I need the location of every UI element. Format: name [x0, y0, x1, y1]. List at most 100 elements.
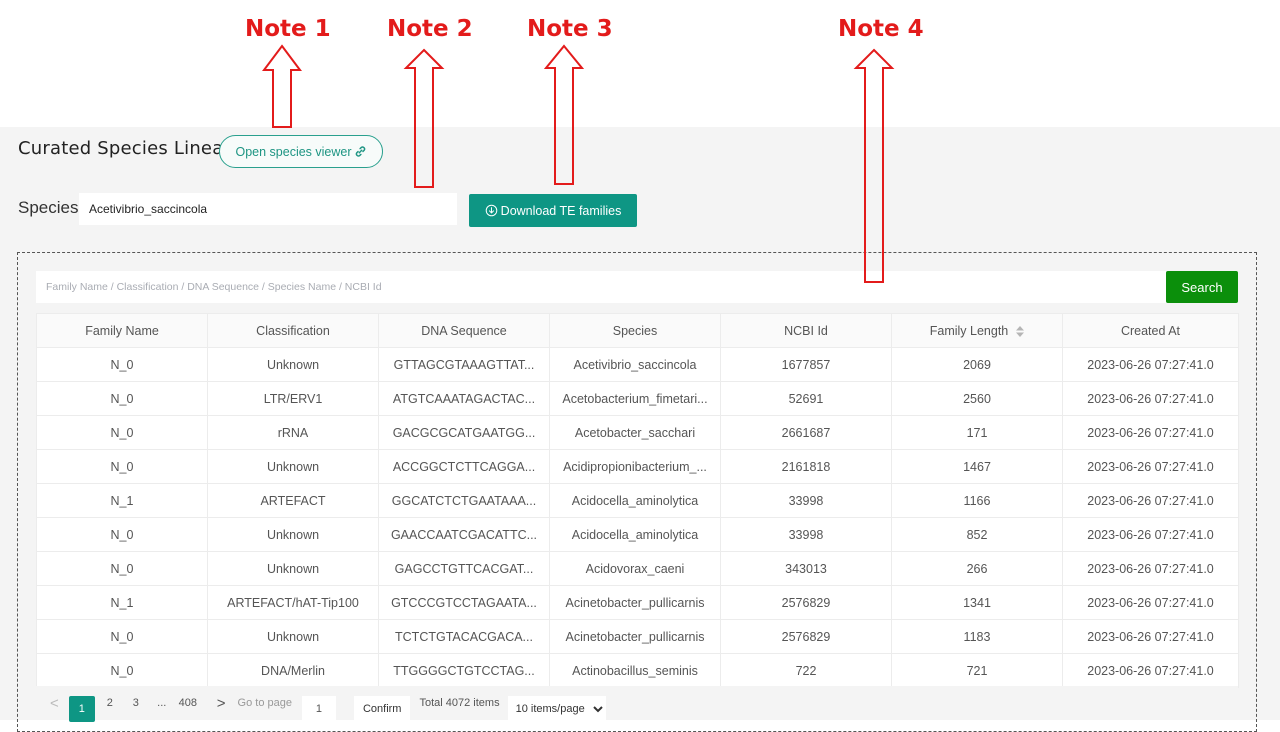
- dna-sequence-cell: ACCGGCTCTTCAGGA...: [378, 449, 550, 484]
- column-header-created-at: Created At: [1062, 313, 1239, 348]
- goto-page-input[interactable]: [301, 696, 336, 722]
- note-4-label: Note 4: [838, 16, 924, 42]
- ncbi-id-cell: 2161818: [720, 449, 892, 484]
- classification-cell: Unknown: [207, 551, 379, 586]
- column-header-label: DNA Sequence: [421, 323, 507, 338]
- table-row[interactable]: N_1 ARTEFACT GGCATCTCTGAATAAA... Acidocella…: [36, 483, 1239, 518]
- created-at-cell: 2023-06-26 07:27:41.0: [1062, 619, 1239, 654]
- family-length-cell: 266: [891, 551, 1063, 586]
- note-2-arrow-icon: [403, 48, 445, 188]
- download-te-families-label: Download TE families: [500, 203, 622, 218]
- note-3-label: Note 3: [527, 16, 613, 42]
- prev-page-button[interactable]: <: [50, 695, 59, 712]
- column-header-dna-sequence: DNA Sequence: [378, 313, 550, 348]
- table-header-row: Family Name Classification DNA Sequence Spe…: [36, 313, 1239, 348]
- family-length-cell: 1166: [891, 483, 1063, 518]
- family-length-cell: 171: [891, 415, 1063, 450]
- download-te-families-button[interactable]: Download TE families: [469, 194, 637, 227]
- page-1-button[interactable]: 1: [68, 696, 95, 722]
- dna-sequence-cell: ATGTCAAATAGACTAC...: [378, 381, 550, 416]
- species-input[interactable]: [79, 193, 457, 225]
- created-at-cell: 2023-06-26 07:27:41.0: [1062, 517, 1239, 552]
- family-name-cell: N_0: [36, 415, 208, 450]
- table-row[interactable]: N_0 Unknown GTTAGCGTAAAGTTAT... Acetivibrio…: [36, 347, 1239, 382]
- species-cell: Acetobacter_sacchari: [549, 415, 721, 450]
- classification-cell: ARTEFACT: [207, 483, 379, 518]
- table-row[interactable]: N_0 Unknown GAACCAATCGACATTC... Acidocella_…: [36, 517, 1239, 552]
- species-cell: Acetobacterium_fimetari...: [549, 381, 721, 416]
- page-3-button[interactable]: 3: [125, 692, 147, 714]
- page-ellipsis[interactable]: ...: [151, 692, 173, 714]
- species-label: Species: [18, 198, 79, 217]
- open-species-viewer-label: Open species viewer: [235, 144, 352, 159]
- family-name-cell: N_0: [36, 449, 208, 484]
- ncbi-id-cell: 52691: [720, 381, 892, 416]
- classification-cell: DNA/Merlin: [207, 653, 379, 688]
- species-cell: Acetivibrio_saccincola: [549, 347, 721, 382]
- total-items: Total 4072 items: [419, 697, 500, 709]
- table-row[interactable]: N_0 DNA/Merlin TTGGGGCTGTCCTAG... Actinobac…: [36, 653, 1239, 688]
- ncbi-id-cell: 2576829: [720, 585, 892, 620]
- ncbi-id-cell: 1677857: [720, 347, 892, 382]
- dna-sequence-cell: GTTAGCGTAAAGTTAT...: [378, 347, 550, 382]
- family-name-cell: N_0: [36, 347, 208, 382]
- next-page-button[interactable]: >: [217, 695, 226, 712]
- table-row[interactable]: N_0 Unknown GAGCCTGTTCACGAT... Acidovorax_c…: [36, 551, 1239, 586]
- link-icon: [355, 146, 365, 157]
- created-at-cell: 2023-06-26 07:27:41.0: [1062, 653, 1239, 688]
- created-at-cell: 2023-06-26 07:27:41.0: [1062, 449, 1239, 484]
- note-3-arrow-icon: [543, 44, 585, 185]
- family-name-cell: N_0: [36, 551, 208, 586]
- top-margin: [0, 0, 1280, 127]
- note-4-arrow-icon: [853, 48, 895, 283]
- column-header-family-length[interactable]: Family Length: [891, 313, 1063, 348]
- created-at-cell: 2023-06-26 07:27:41.0: [1062, 381, 1239, 416]
- family-name-cell: N_0: [36, 619, 208, 654]
- classification-cell: rRNA: [207, 415, 379, 450]
- note-2-label: Note 2: [387, 16, 473, 42]
- family-name-cell: N_1: [36, 585, 208, 620]
- ncbi-id-cell: 2576829: [720, 619, 892, 654]
- column-header-label: Family Length: [929, 323, 1009, 338]
- classification-cell: Unknown: [207, 619, 379, 654]
- created-at-cell: 2023-06-26 07:27:41.0: [1062, 415, 1239, 450]
- table-row[interactable]: N_0 Unknown ACCGGCTCTTCAGGA... Acidipropion…: [36, 449, 1239, 484]
- column-header-label: Family Name: [85, 323, 159, 338]
- page-title: Curated Species Lineage: [18, 138, 247, 159]
- download-circle-icon: [485, 204, 497, 217]
- dna-sequence-cell: GACGCGCATGAATGG...: [378, 415, 550, 450]
- confirm-page-button[interactable]: Confirm: [353, 696, 411, 722]
- family-name-cell: N_0: [36, 517, 208, 552]
- ncbi-id-cell: 2661687: [720, 415, 892, 450]
- column-header-label: Species: [612, 323, 658, 338]
- ncbi-id-cell: 722: [720, 653, 892, 688]
- family-length-cell: 852: [891, 517, 1063, 552]
- classification-cell: Unknown: [207, 347, 379, 382]
- table-row[interactable]: N_0 rRNA GACGCGCATGAATGG... Acetobacter_sac…: [36, 415, 1239, 450]
- ncbi-id-cell: 343013: [720, 551, 892, 586]
- classification-cell: Unknown: [207, 449, 379, 484]
- table-row[interactable]: N_1 ARTEFACT/hAT-Tip100 GTCCCGTCCTAGAATA..…: [36, 585, 1239, 620]
- column-header-label: Created At: [1120, 323, 1181, 338]
- classification-cell: Unknown: [207, 517, 379, 552]
- goto-page-label: Go to page: [237, 697, 292, 709]
- family-length-cell: 1467: [891, 449, 1063, 484]
- classification-cell: ARTEFACT/hAT-Tip100: [207, 585, 379, 620]
- family-length-cell: 1183: [891, 619, 1063, 654]
- table-row[interactable]: N_0 Unknown TCTCTGTACACGACA... Acinetobacte…: [36, 619, 1239, 654]
- sort-icon[interactable]: [1016, 325, 1025, 337]
- family-length-cell: 1341: [891, 585, 1063, 620]
- note-1-label: Note 1: [245, 16, 331, 42]
- dna-sequence-cell: GAACCAATCGACATTC...: [378, 517, 550, 552]
- species-cell: Acidipropionibacterium_...: [549, 449, 721, 484]
- table-row[interactable]: N_0 LTR/ERV1 ATGTCAAATAGACTAC... Acetobacte…: [36, 381, 1239, 416]
- page-2-button[interactable]: 2: [99, 692, 121, 714]
- page-408-button[interactable]: 408: [177, 692, 199, 714]
- search-input[interactable]: [36, 271, 1166, 303]
- search-button[interactable]: Search: [1166, 271, 1238, 303]
- species-cell: Actinobacillus_seminis: [549, 653, 721, 688]
- open-species-viewer-button[interactable]: Open species viewer: [219, 135, 383, 168]
- page-size-select[interactable]: 10 items/page: [507, 696, 606, 722]
- family-length-cell: 721: [891, 653, 1063, 688]
- created-at-cell: 2023-06-26 07:27:41.0: [1062, 551, 1239, 586]
